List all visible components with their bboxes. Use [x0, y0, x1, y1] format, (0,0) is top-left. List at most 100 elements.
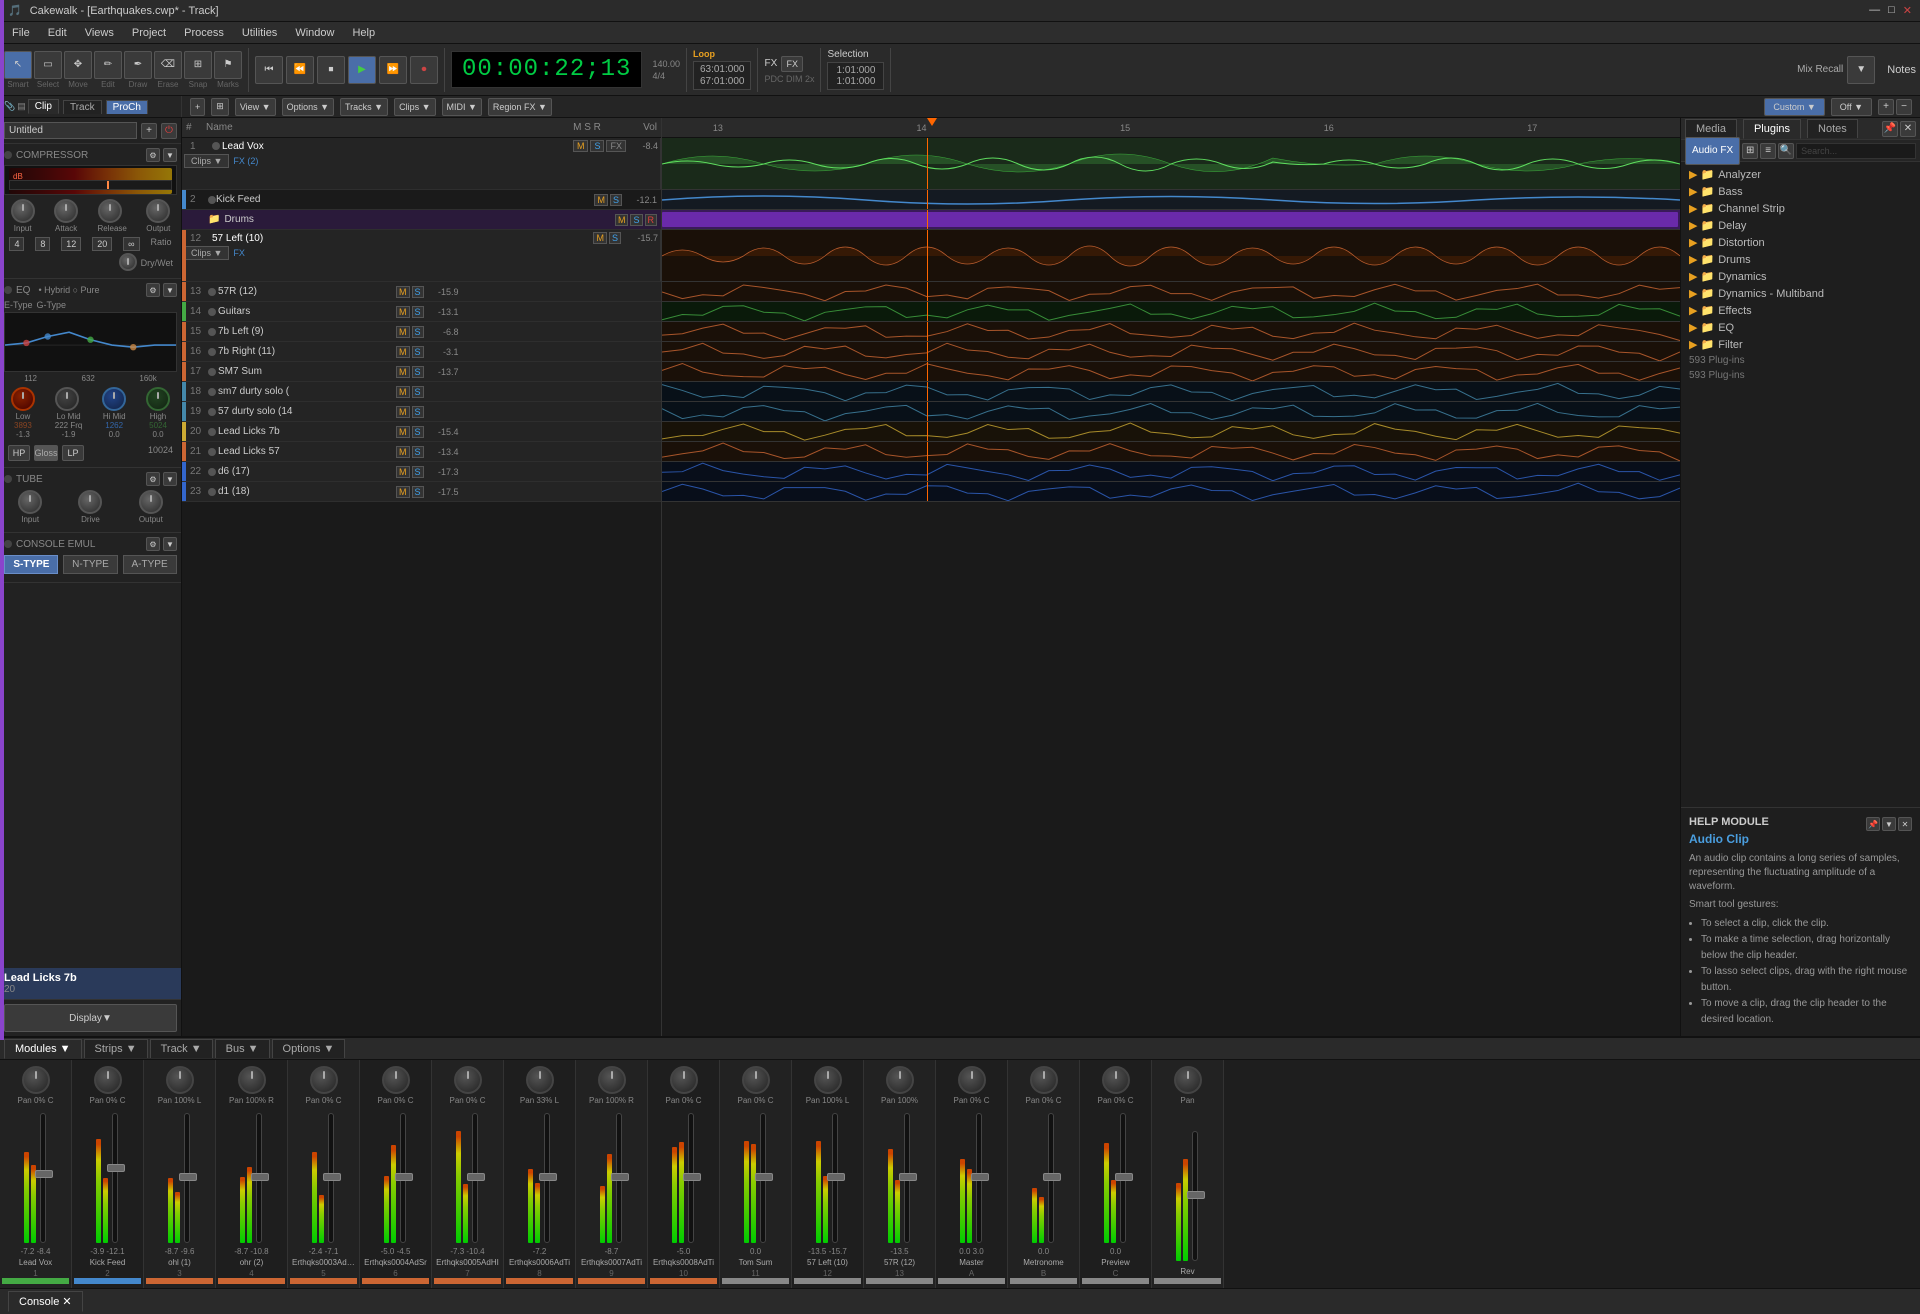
- track-19-m[interactable]: M: [396, 406, 410, 418]
- fader-handle-16[interactable]: [1115, 1173, 1133, 1181]
- track-18-m[interactable]: M: [396, 386, 410, 398]
- track-2-s-btn[interactable]: S: [610, 194, 622, 206]
- fader-8[interactable]: [544, 1113, 550, 1243]
- waveform-12[interactable]: [662, 230, 1680, 282]
- transport-to-start-btn[interactable]: ⏮: [255, 56, 283, 84]
- eq-knob-lomid[interactable]: [55, 387, 79, 411]
- marks-tool-btn[interactable]: ⚑: [214, 51, 242, 79]
- bottom-tab-modules[interactable]: Modules ▼: [4, 1039, 82, 1059]
- zoom-in-btn[interactable]: +: [1878, 99, 1894, 115]
- midi-btn[interactable]: MIDI ▼: [442, 98, 482, 116]
- transport-fast-fwd-btn[interactable]: ⏩: [379, 56, 407, 84]
- fx-btn[interactable]: FX: [781, 56, 803, 72]
- menu-window[interactable]: Window: [287, 25, 342, 41]
- menu-edit[interactable]: Edit: [40, 25, 75, 41]
- fader-2[interactable]: [112, 1113, 118, 1243]
- fader-17[interactable]: [1192, 1131, 1198, 1261]
- pan-knob-4[interactable]: [238, 1066, 266, 1094]
- drums-s-btn[interactable]: S: [630, 214, 642, 226]
- region-fx-btn[interactable]: Region FX ▼: [488, 98, 552, 116]
- plugin-analyzer[interactable]: ▶ 📁 Analyzer: [1685, 166, 1916, 183]
- waveform-1[interactable]: [662, 138, 1680, 190]
- plugin-distortion[interactable]: ▶ 📁 Distortion: [1685, 234, 1916, 251]
- maximize-btn[interactable]: □: [1888, 4, 1895, 17]
- knob-input[interactable]: [11, 199, 35, 223]
- pan-knob-11[interactable]: [742, 1066, 770, 1094]
- plugin-dynamics-multiband[interactable]: ▶ 📁 Dynamics - Multiband: [1685, 285, 1916, 302]
- edit-tool-btn[interactable]: ✏: [94, 51, 122, 79]
- fader-11[interactable]: [760, 1113, 766, 1243]
- tube-output-knob[interactable]: [139, 490, 163, 514]
- drums-r-btn[interactable]: R: [645, 214, 658, 226]
- transport-play-btn[interactable]: ▶: [348, 56, 376, 84]
- plugin-dynamics[interactable]: ▶ 📁 Dynamics: [1685, 268, 1916, 285]
- fader-handle-8[interactable]: [539, 1173, 557, 1181]
- waveform-23[interactable]: [662, 482, 1680, 502]
- track-17-s[interactable]: S: [412, 366, 424, 378]
- waveform-13[interactable]: [662, 282, 1680, 302]
- n-type-btn[interactable]: N-TYPE: [63, 555, 118, 574]
- clips-btn[interactable]: Clips ▼: [394, 98, 435, 116]
- add-folder-btn[interactable]: ⊞: [211, 98, 229, 116]
- pan-knob-12[interactable]: [814, 1066, 842, 1094]
- plugin-drums[interactable]: ▶ 📁 Drums: [1685, 251, 1916, 268]
- tab-proch[interactable]: ProCh: [106, 100, 148, 114]
- ratio-20[interactable]: 20: [92, 237, 112, 251]
- preset-power-btn[interactable]: ⏻: [161, 123, 177, 139]
- track-19-s[interactable]: S: [412, 406, 424, 418]
- help-close-btn[interactable]: ✕: [1898, 817, 1912, 831]
- waveform-14[interactable]: [662, 302, 1680, 322]
- fader-3[interactable]: [184, 1113, 190, 1243]
- fader-handle-4[interactable]: [251, 1173, 269, 1181]
- options-btn[interactable]: Options ▼: [282, 98, 334, 116]
- pan-knob-14[interactable]: [958, 1066, 986, 1094]
- bottom-tab-bus[interactable]: Bus ▼: [215, 1039, 270, 1058]
- plugin-grid-btn[interactable]: ⊞: [1742, 143, 1758, 159]
- bottom-tab-options[interactable]: Options ▼: [272, 1039, 346, 1058]
- erase-tool-btn[interactable]: ⌫: [154, 51, 182, 79]
- bottom-tab-track[interactable]: Track ▼: [150, 1039, 213, 1058]
- fader-handle-3[interactable]: [179, 1173, 197, 1181]
- eq-knob-low[interactable]: [11, 387, 35, 411]
- track-14-s[interactable]: S: [412, 306, 424, 318]
- track-13-m[interactable]: M: [396, 286, 410, 298]
- smart-tool-btn[interactable]: ↖: [4, 51, 32, 79]
- track-23-s[interactable]: S: [412, 486, 424, 498]
- console-enable-dot[interactable]: [4, 540, 12, 548]
- plugin-eq[interactable]: ▶ 📁 EQ: [1685, 319, 1916, 336]
- drywet-knob[interactable]: [119, 253, 137, 271]
- track-14-m[interactable]: M: [396, 306, 410, 318]
- comp-enable-dot[interactable]: [4, 151, 12, 159]
- pan-knob-9[interactable]: [598, 1066, 626, 1094]
- fader-handle-1[interactable]: [35, 1170, 53, 1178]
- close-btn[interactable]: ✕: [1903, 4, 1912, 17]
- fader-handle-10[interactable]: [683, 1173, 701, 1181]
- fader-handle-7[interactable]: [467, 1173, 485, 1181]
- console-settings-btn[interactable]: ⚙: [146, 537, 160, 551]
- track-1-clips-btn[interactable]: Clips ▼: [184, 154, 229, 168]
- transport-rewind-btn[interactable]: ⏪: [286, 56, 314, 84]
- transport-record-btn[interactable]: ⏺: [410, 56, 438, 84]
- fader-handle-9[interactable]: [611, 1173, 629, 1181]
- track-20-s[interactable]: S: [412, 426, 424, 438]
- off-btn[interactable]: Off ▼: [1831, 98, 1872, 116]
- help-pin-btn[interactable]: 📌: [1866, 817, 1880, 831]
- pan-knob-13[interactable]: [886, 1066, 914, 1094]
- menu-process[interactable]: Process: [176, 25, 232, 41]
- track-12-m-btn[interactable]: M: [593, 232, 607, 244]
- track-1-m-btn[interactable]: M: [573, 140, 589, 152]
- tube-menu-btn[interactable]: ▼: [163, 472, 177, 486]
- preset-name[interactable]: Untitled: [4, 122, 137, 139]
- fader-5[interactable]: [328, 1113, 334, 1243]
- comp-menu-btn[interactable]: ▼: [163, 148, 177, 162]
- waveform-19[interactable]: [662, 402, 1680, 422]
- tube-enable-dot[interactable]: [4, 475, 12, 483]
- waveform-2[interactable]: [662, 190, 1680, 210]
- eq-menu-btn[interactable]: ▼: [163, 283, 177, 297]
- plugin-bass[interactable]: ▶ 📁 Bass: [1685, 183, 1916, 200]
- pan-knob-16[interactable]: [1102, 1066, 1130, 1094]
- pan-knob-5[interactable]: [310, 1066, 338, 1094]
- tube-drive-knob[interactable]: [78, 490, 102, 514]
- zoom-out-btn[interactable]: −: [1896, 99, 1912, 115]
- tab-plugins[interactable]: Plugins: [1743, 119, 1801, 139]
